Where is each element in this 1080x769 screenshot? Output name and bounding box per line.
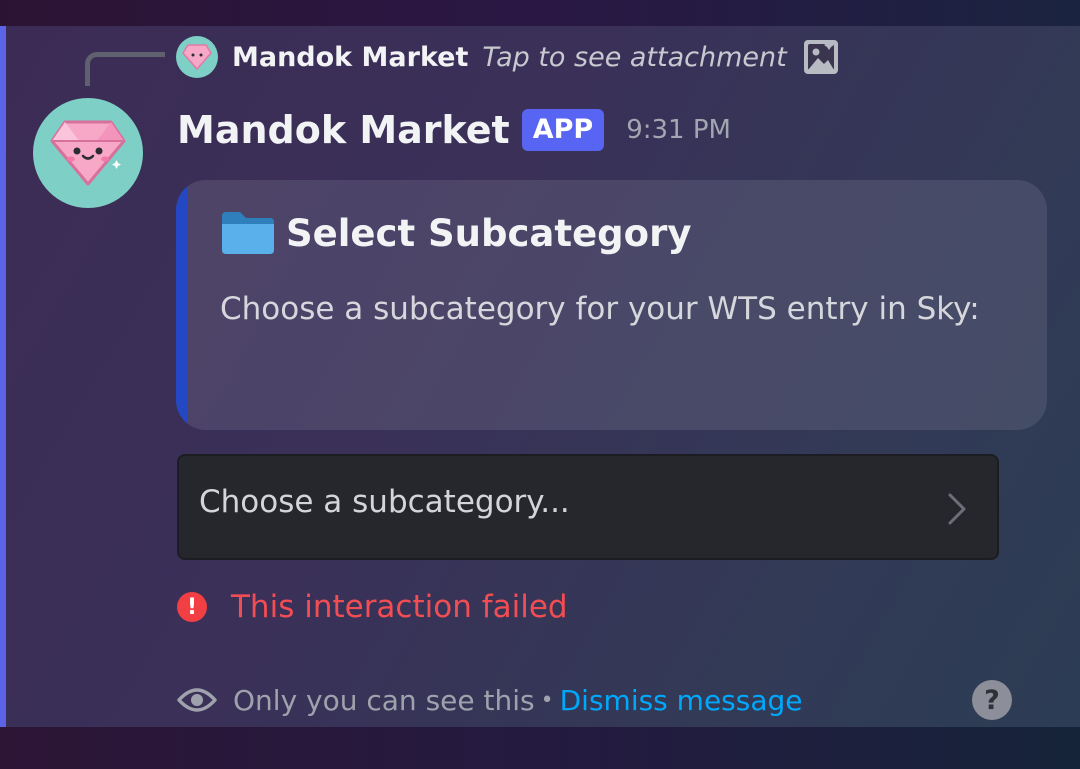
author-name[interactable]: Mandok Market bbox=[177, 108, 510, 152]
error-text: This interaction failed bbox=[231, 589, 568, 625]
timestamp: 9:31 PM bbox=[626, 115, 731, 145]
reply-attachment-text[interactable]: Tap to see attachment bbox=[482, 42, 786, 73]
dismiss-message-link[interactable]: Dismiss message bbox=[560, 684, 803, 717]
top-bar bbox=[0, 0, 1080, 26]
message-header: Mandok Market APP 9:31 PM bbox=[177, 102, 731, 158]
interaction-error: ! This interaction failed bbox=[177, 584, 568, 630]
embed-accent-bar bbox=[176, 180, 187, 430]
reply-reference[interactable]: Mandok Market Tap to see attachment bbox=[176, 36, 839, 78]
footer-separator: • bbox=[540, 687, 554, 713]
image-icon bbox=[803, 39, 839, 75]
embed-description: Choose a subcategory for your WTS entry … bbox=[220, 291, 980, 327]
reply-avatar[interactable] bbox=[176, 36, 218, 78]
pink-diamond-icon bbox=[50, 120, 126, 186]
reply-connector bbox=[85, 52, 165, 86]
message-container: Mandok Market Tap to see attachment Mand… bbox=[0, 26, 1080, 727]
visibility-note: Only you can see this bbox=[233, 683, 535, 717]
embed: Select Subcategory Choose a subcategory … bbox=[176, 180, 1047, 430]
reply-author-name[interactable]: Mandok Market bbox=[232, 42, 468, 73]
pink-diamond-icon bbox=[182, 44, 212, 70]
error-icon: ! bbox=[177, 592, 207, 622]
embed-title: Select Subcategory bbox=[220, 208, 691, 258]
bottom-bar bbox=[0, 727, 1080, 769]
app-badge: APP bbox=[521, 109, 605, 151]
subcategory-select[interactable]: Choose a subcategory... bbox=[177, 454, 999, 560]
folder-icon bbox=[220, 210, 276, 256]
eye-icon bbox=[177, 684, 217, 716]
help-icon[interactable]: ? bbox=[972, 680, 1012, 720]
chevron-right-icon bbox=[947, 492, 967, 530]
ephemeral-footer: Only you can see this • Dismiss message bbox=[177, 677, 803, 723]
message-highlight-bar bbox=[0, 26, 6, 727]
avatar[interactable] bbox=[33, 98, 143, 208]
select-placeholder: Choose a subcategory... bbox=[199, 484, 570, 520]
embed-title-text: Select Subcategory bbox=[286, 211, 692, 255]
